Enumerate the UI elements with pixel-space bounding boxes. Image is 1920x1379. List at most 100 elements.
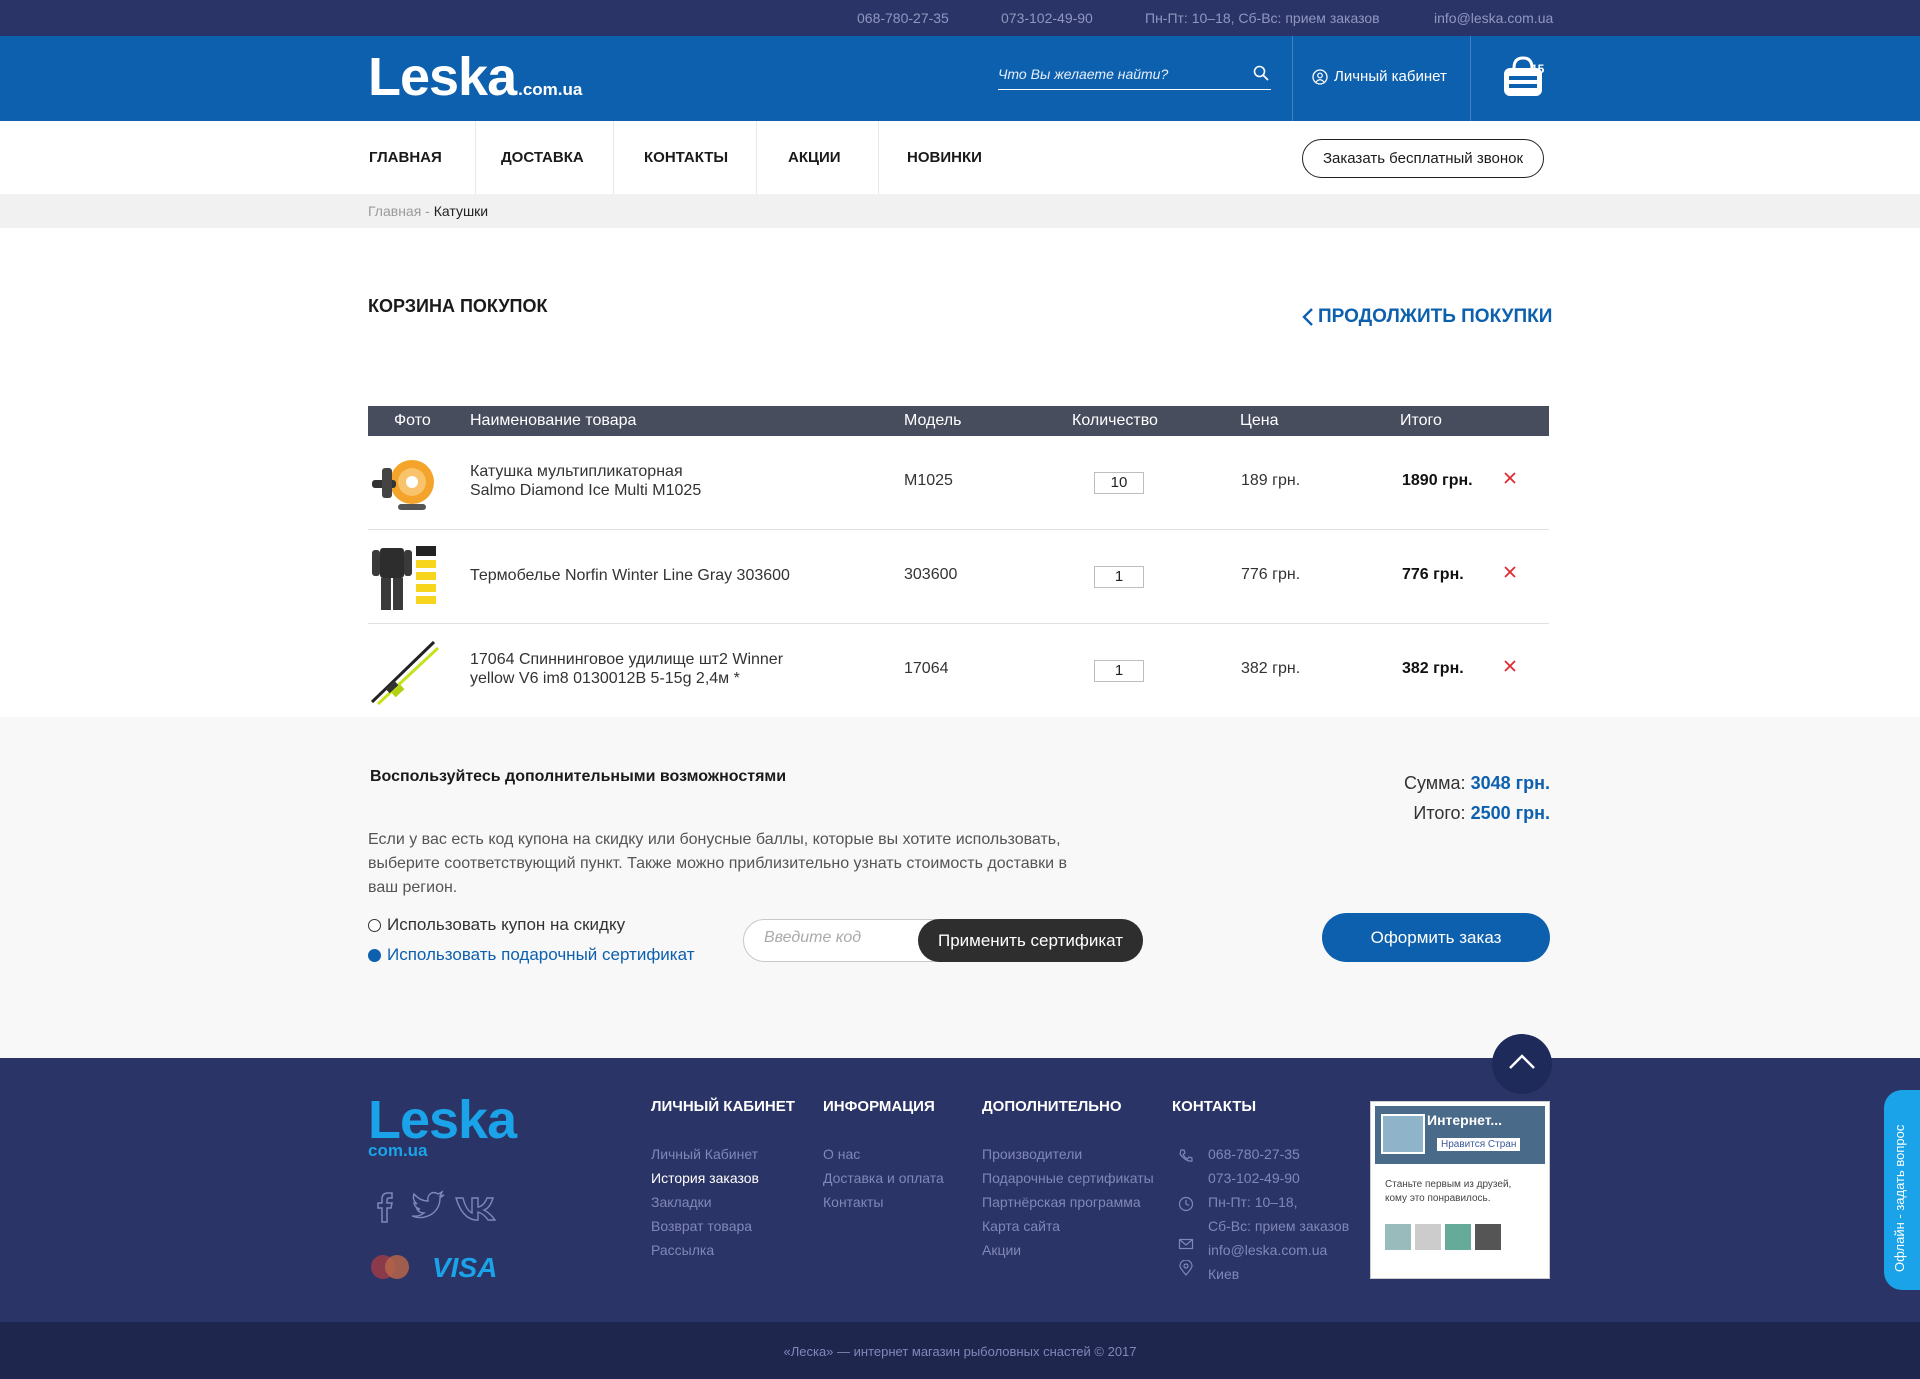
footer-link[interactable]: Подарочные сертификаты xyxy=(982,1170,1154,1186)
product-price: 189 грн. xyxy=(1241,472,1301,489)
cart-table-header: Фото Наименование товара Модель Количест… xyxy=(368,406,1549,436)
coupon-radio[interactable] xyxy=(368,918,381,932)
breadcrumb-home[interactable]: Главная xyxy=(368,203,421,219)
location-pin-icon xyxy=(1179,1260,1193,1276)
fishing-reel-image[interactable] xyxy=(368,448,440,520)
site-header: Leska.com.ua Личный кабинет 15 xyxy=(0,36,1920,121)
quantity-input[interactable]: 10 xyxy=(1094,472,1144,494)
product-name[interactable]: Катушка мультипликаторная Salmo Diamond … xyxy=(470,462,850,500)
header-divider xyxy=(1292,36,1293,121)
product-name[interactable]: 17064 Спиннинговое удилище шт2 Winner ye… xyxy=(470,650,850,688)
col-qty: Количество xyxy=(1072,412,1158,429)
nav-contacts[interactable]: КОНТАКТЫ xyxy=(644,121,728,194)
visa-icon: VISA xyxy=(432,1252,497,1283)
apply-certificate-button[interactable]: Применить сертификат xyxy=(918,919,1143,962)
fb-text: Станьте первым из друзей, кому это понра… xyxy=(1385,1179,1512,1204)
logo-main: Leska xyxy=(368,47,517,107)
footer-link[interactable]: Личный Кабинет xyxy=(651,1146,758,1162)
top-phone-1[interactable]: 068-780-27-35 xyxy=(857,10,949,26)
sum-line: Сумма: 3048 грн. xyxy=(1404,773,1550,794)
col-model: Модель xyxy=(904,412,962,429)
footer-link[interactable]: Партнёрская программа xyxy=(982,1194,1141,1210)
footer-link[interactable]: Рассылка xyxy=(651,1242,714,1258)
fb-page-title[interactable]: Интернет... xyxy=(1427,1112,1502,1128)
code-input[interactable] xyxy=(764,929,914,947)
footer-link[interactable]: Производители xyxy=(982,1146,1082,1162)
fb-friend-avatar xyxy=(1385,1224,1411,1250)
cart-row: Катушка мультипликаторная Salmo Diamond … xyxy=(368,436,1549,530)
product-name[interactable]: Термобелье Norfin Winter Line Gray 30360… xyxy=(470,566,850,585)
extra-options-title: Воспользуйтесь дополнительными возможнос… xyxy=(370,768,787,785)
cart-row: 17064 Спиннинговое удилище шт2 Winner ye… xyxy=(368,624,1549,718)
cabinet-label: Личный кабинет xyxy=(1334,68,1447,85)
quantity-input[interactable]: 1 xyxy=(1094,660,1144,682)
product-total: 1890 грн. xyxy=(1402,472,1473,489)
feedback-tab-label: Офлайн - задать вопрос xyxy=(1892,1124,1907,1272)
footer-link[interactable]: Возврат товара xyxy=(651,1218,752,1234)
nav-new[interactable]: НОВИНКИ xyxy=(907,121,982,194)
header-divider xyxy=(1470,36,1471,121)
copyright-text: «Леска» — интернет магазин рыболовных сн… xyxy=(783,1344,1137,1359)
spinning-rod-image[interactable] xyxy=(368,636,440,708)
footer-info-title: ИНФОРМАЦИЯ xyxy=(823,1098,935,1115)
facebook-widget[interactable]: Интернет... Нравится Стран Станьте первы… xyxy=(1370,1101,1550,1279)
footer-phone-2[interactable]: 073-102-49-90 xyxy=(1208,1170,1300,1186)
sum-label: Сумма: xyxy=(1404,773,1466,793)
thermal-underwear-image[interactable] xyxy=(368,542,440,614)
footer-link[interactable]: Карта сайта xyxy=(982,1218,1060,1234)
breadcrumb-current: Катушки xyxy=(433,203,489,219)
product-total: 382 грн. xyxy=(1402,660,1464,677)
vk-icon[interactable] xyxy=(454,1190,502,1224)
cabinet-link[interactable]: Личный кабинет xyxy=(1312,68,1447,85)
col-name: Наименование товара xyxy=(470,412,637,429)
site-footer xyxy=(0,1058,1920,1322)
nav-separator xyxy=(756,121,757,194)
remove-item-icon[interactable] xyxy=(1502,658,1518,674)
callback-button[interactable]: Заказать бесплатный звонок xyxy=(1302,139,1544,178)
total-line: Итого: 2500 грн. xyxy=(1413,803,1550,824)
coupon-option-label: Использовать купон на скидку xyxy=(387,915,626,934)
copyright-bar: «Леска» — интернет магазин рыболовных сн… xyxy=(0,1322,1920,1379)
footer-email[interactable]: info@leska.com.ua xyxy=(1208,1242,1327,1258)
facebook-icon[interactable] xyxy=(368,1190,408,1224)
footer-link[interactable]: Акции xyxy=(982,1242,1021,1258)
product-price: 382 грн. xyxy=(1241,660,1301,677)
footer-link[interactable]: О нас xyxy=(823,1146,860,1162)
quantity-input[interactable]: 1 xyxy=(1094,566,1144,588)
nav-home[interactable]: ГЛАВНАЯ xyxy=(369,121,442,194)
site-logo[interactable]: Leska .com.ua xyxy=(368,50,583,104)
breadcrumb: Главная - Катушки xyxy=(368,203,488,219)
main-nav: ГЛАВНАЯ ДОСТАВКА КОНТАКТЫ АКЦИИ НОВИНКИ xyxy=(0,121,1920,194)
footer-link[interactable]: Доставка и оплата xyxy=(823,1170,944,1186)
nav-delivery[interactable]: ДОСТАВКА xyxy=(501,121,584,194)
checkout-button[interactable]: Оформить заказ xyxy=(1322,913,1550,962)
certificate-radio[interactable] xyxy=(368,948,381,962)
product-model: 303600 xyxy=(904,566,958,583)
continue-shopping-link[interactable]: ПРОДОЛЖИТЬ ПОКУПКИ xyxy=(1302,306,1552,328)
feedback-side-tab[interactable]: Офлайн - задать вопрос xyxy=(1884,1090,1920,1290)
footer-link[interactable]: Закладки xyxy=(651,1194,712,1210)
page-title: КОРЗИНА ПОКУПОК xyxy=(368,296,548,316)
nav-separator xyxy=(475,121,476,194)
search-icon[interactable] xyxy=(1253,65,1269,81)
breadcrumb-separator: - xyxy=(421,203,434,219)
footer-phone-1[interactable]: 068-780-27-35 xyxy=(1208,1146,1300,1162)
footer-logo[interactable]: Leska com.ua xyxy=(368,1093,517,1161)
coupon-option[interactable]: Использовать купон на скидку xyxy=(368,915,625,935)
remove-item-icon[interactable] xyxy=(1502,564,1518,580)
col-price: Цена xyxy=(1240,412,1279,429)
scroll-top-button[interactable] xyxy=(1492,1034,1552,1094)
remove-item-icon[interactable] xyxy=(1502,470,1518,486)
logo-domain: .com.ua xyxy=(518,80,583,99)
certificate-option[interactable]: Использовать подарочный сертификат xyxy=(368,945,695,965)
top-phone-2[interactable]: 073-102-49-90 xyxy=(1001,10,1093,26)
nav-promo[interactable]: АКЦИИ xyxy=(788,121,841,194)
footer-link[interactable]: История заказов xyxy=(651,1170,759,1186)
twitter-icon[interactable] xyxy=(408,1190,448,1224)
top-email[interactable]: info@leska.com.ua xyxy=(1434,10,1553,26)
fb-like-button[interactable]: Нравится Стран xyxy=(1437,1138,1521,1151)
footer-link[interactable]: Контакты xyxy=(823,1194,883,1210)
search-box xyxy=(998,60,1271,90)
search-input[interactable] xyxy=(998,60,1238,88)
mail-icon xyxy=(1178,1238,1194,1250)
